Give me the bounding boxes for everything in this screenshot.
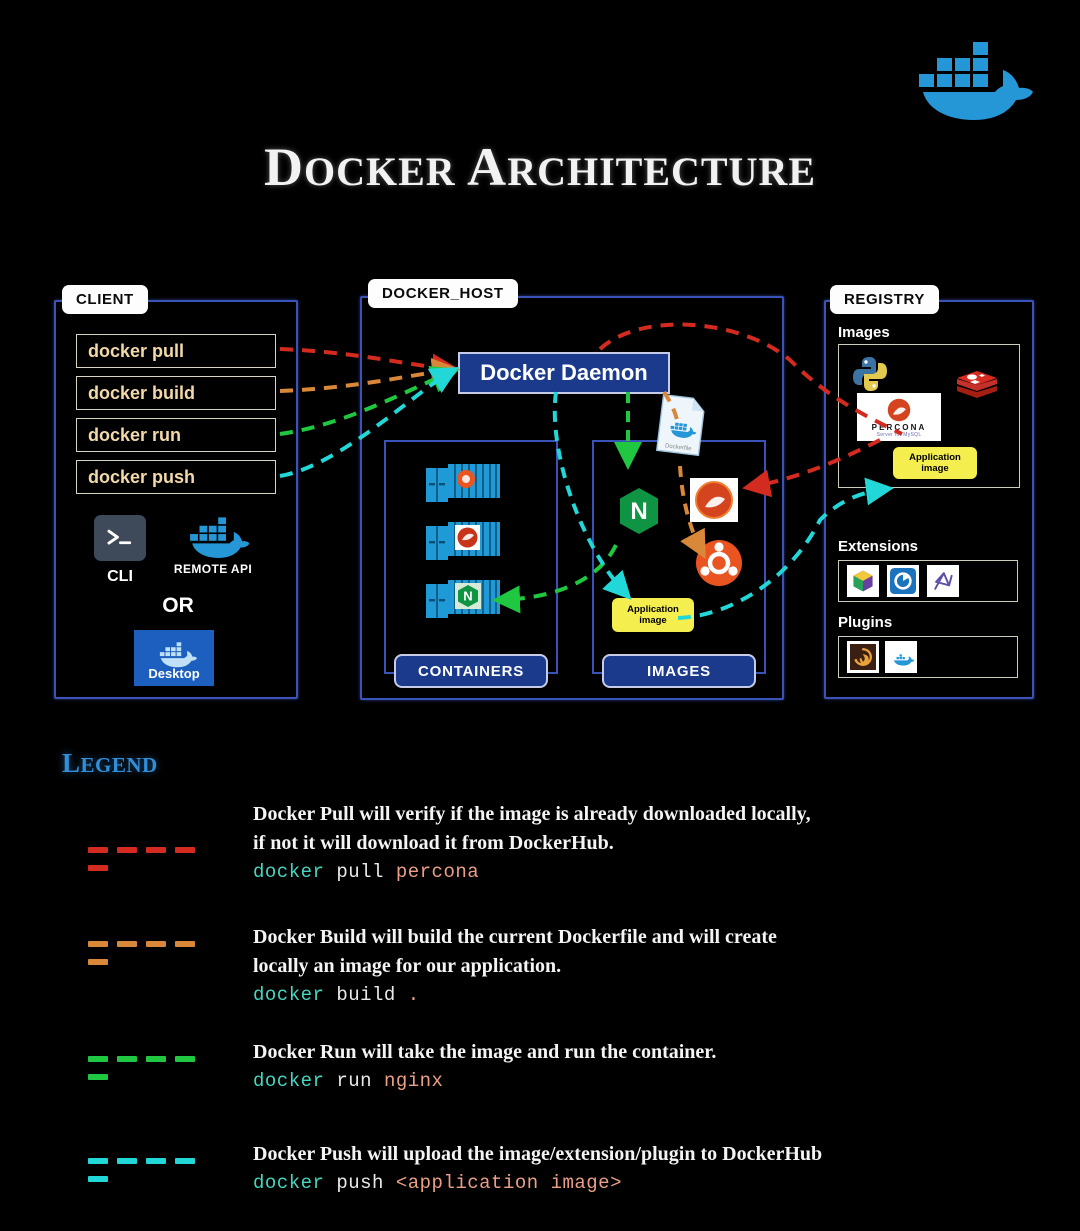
legend-cmd-arg: nginx: [383, 1070, 444, 1092]
python-icon: [851, 355, 889, 393]
legend-cmd-tool: docker: [253, 1070, 325, 1092]
or-label: OR: [162, 594, 194, 617]
containers-section-label: CONTAINERS: [394, 654, 548, 688]
svg-text:N: N: [630, 498, 647, 525]
registry-extensions-label: Extensions: [838, 538, 919, 555]
legend-desc-line: locally an image for our application.: [253, 955, 562, 977]
application-image-line2: image: [639, 615, 667, 626]
legend-dash-push: [88, 1151, 226, 1182]
legend-entry-run: Docker Run will take the image and run t…: [88, 1038, 1048, 1092]
containers-box: N CONTAINERS: [384, 440, 558, 688]
percona-logo: PERCONA Server for MySQL: [857, 393, 941, 441]
docker-daemon-box[interactable]: Docker Daemon: [458, 352, 670, 394]
registry-application-image-line2: image: [921, 463, 949, 474]
page-title: DOCKER ARCHITECTURE: [0, 136, 1080, 198]
docker-whale-icon: [893, 22, 1033, 122]
client-command-label: docker run: [88, 424, 182, 445]
terminal-prompt-icon[interactable]: [94, 515, 146, 561]
legend-title-part: EGEND: [80, 753, 158, 777]
legend-dash-pull: [88, 840, 226, 871]
dockerfile-icon: Dockerfile: [655, 392, 708, 457]
nginx-icon: N: [616, 486, 662, 536]
legend-desc-line: Docker Build will build the current Dock…: [253, 926, 777, 948]
docker-desktop-label: Desktop: [148, 666, 200, 681]
images-section-label: IMAGES: [602, 654, 756, 688]
legend-title: LEGEND: [62, 748, 158, 779]
page-title-part: RCHITECTURE: [507, 149, 817, 194]
docker-whale-icon: [156, 642, 197, 668]
registry-panel: Images PERCONA Server for MySQL Applicat…: [824, 300, 1034, 699]
page-title-part: A: [455, 137, 508, 197]
client-command-label: docker pull: [88, 340, 185, 361]
percona-wordmark: PERCONA: [871, 422, 927, 432]
client-command-docker-build[interactable]: docker build: [76, 376, 276, 410]
percona-icon: [690, 478, 738, 522]
registry-application-image-badge: Application image: [893, 447, 977, 479]
client-panel: docker pull docker build docker run dock…: [54, 300, 298, 699]
client-command-label: docker build: [88, 382, 196, 403]
disk-usage-extension-icon[interactable]: [887, 565, 919, 597]
legend-command-run: docker run nginx: [253, 1070, 1048, 1092]
registry-images-label: Images: [838, 324, 890, 341]
legend-dash-run: [88, 1049, 226, 1080]
legend-cmd-arg: <application image>: [395, 1172, 622, 1194]
remote-api-label: REMOTE API: [173, 562, 253, 576]
legend-desc-line: if not it will download it from DockerHu…: [253, 832, 614, 854]
percona-container-icon: [422, 516, 504, 568]
page-title-part: OCKER: [303, 149, 456, 194]
legend-cmd-verb: run: [336, 1070, 373, 1092]
client-panel-tab: CLIENT: [62, 285, 148, 314]
percona-icon: [887, 398, 911, 421]
legend-cmd-tool: docker: [253, 861, 325, 883]
curve-extension-icon[interactable]: [927, 565, 959, 597]
legend-desc-line: Docker Push will upload the image/extens…: [253, 1143, 823, 1165]
legend-title-part: L: [62, 748, 81, 778]
legend-cmd-verb: pull: [336, 861, 384, 883]
percona-tagline: Server for MySQL: [876, 431, 922, 438]
nginx-container-icon: N: [422, 574, 504, 626]
legend-command-build: docker build .: [253, 984, 1048, 1006]
application-image-line1: Application: [627, 604, 679, 615]
docker-host-panel: Docker Daemon N CONTAINERS N Application…: [360, 296, 784, 700]
docker-desktop-button[interactable]: Desktop: [134, 630, 214, 686]
legend-cmd-verb: build: [336, 984, 396, 1006]
page-title-part: D: [263, 137, 304, 197]
legend-dash-build: [88, 934, 226, 965]
cli-label: CLI: [107, 568, 133, 585]
client-command-label: docker push: [88, 466, 196, 487]
legend-cmd-tool: docker: [253, 984, 325, 1006]
svg-text:N: N: [463, 589, 472, 604]
client-command-docker-run[interactable]: docker run: [76, 418, 276, 452]
registry-images-box: PERCONA Server for MySQL Application ima…: [838, 344, 1020, 488]
registry-extensions-box: [838, 560, 1018, 602]
legend-cmd-arg: .: [407, 984, 420, 1006]
legend-cmd-arg: percona: [395, 861, 480, 883]
legend-entry-push: Docker Push will upload the image/extens…: [88, 1140, 1048, 1194]
client-command-docker-push[interactable]: docker push: [76, 460, 276, 494]
client-command-docker-pull[interactable]: docker pull: [76, 334, 276, 368]
legend-entry-build: Docker Build will build the current Dock…: [88, 923, 1048, 1006]
application-image-badge: Application image: [612, 598, 694, 632]
legend-desc-line: Docker Run will take the image and run t…: [253, 1041, 717, 1063]
legend-command-pull: docker pull percona: [253, 861, 1048, 883]
legend-cmd-verb: push: [336, 1172, 384, 1194]
docker-daemon-label: Docker Daemon: [480, 360, 648, 385]
legend-cmd-tool: docker: [253, 1172, 325, 1194]
ubuntu-icon: [694, 538, 744, 588]
ubuntu-container-icon: [422, 458, 504, 510]
cube-extension-icon[interactable]: [847, 565, 879, 597]
legend-desc-line: Docker Pull will verify if the image is …: [253, 803, 811, 825]
docker-whale-icon: [176, 507, 250, 559]
redis-icon: [955, 367, 999, 407]
registry-plugins-label: Plugins: [838, 614, 893, 631]
registry-plugins-box: [838, 636, 1018, 678]
registry-panel-tab: REGISTRY: [830, 285, 939, 314]
images-box: N Application image IMAGES: [592, 440, 766, 688]
spiral-plugin-icon[interactable]: [847, 641, 879, 673]
whale-plugin-icon[interactable]: [885, 641, 917, 673]
registry-application-image-line1: Application: [909, 452, 961, 463]
docker-host-panel-tab: DOCKER_HOST: [368, 279, 518, 308]
legend-command-push: docker push <application image>: [253, 1172, 1048, 1194]
legend-entry-pull: Docker Pull will verify if the image is …: [88, 800, 1048, 883]
